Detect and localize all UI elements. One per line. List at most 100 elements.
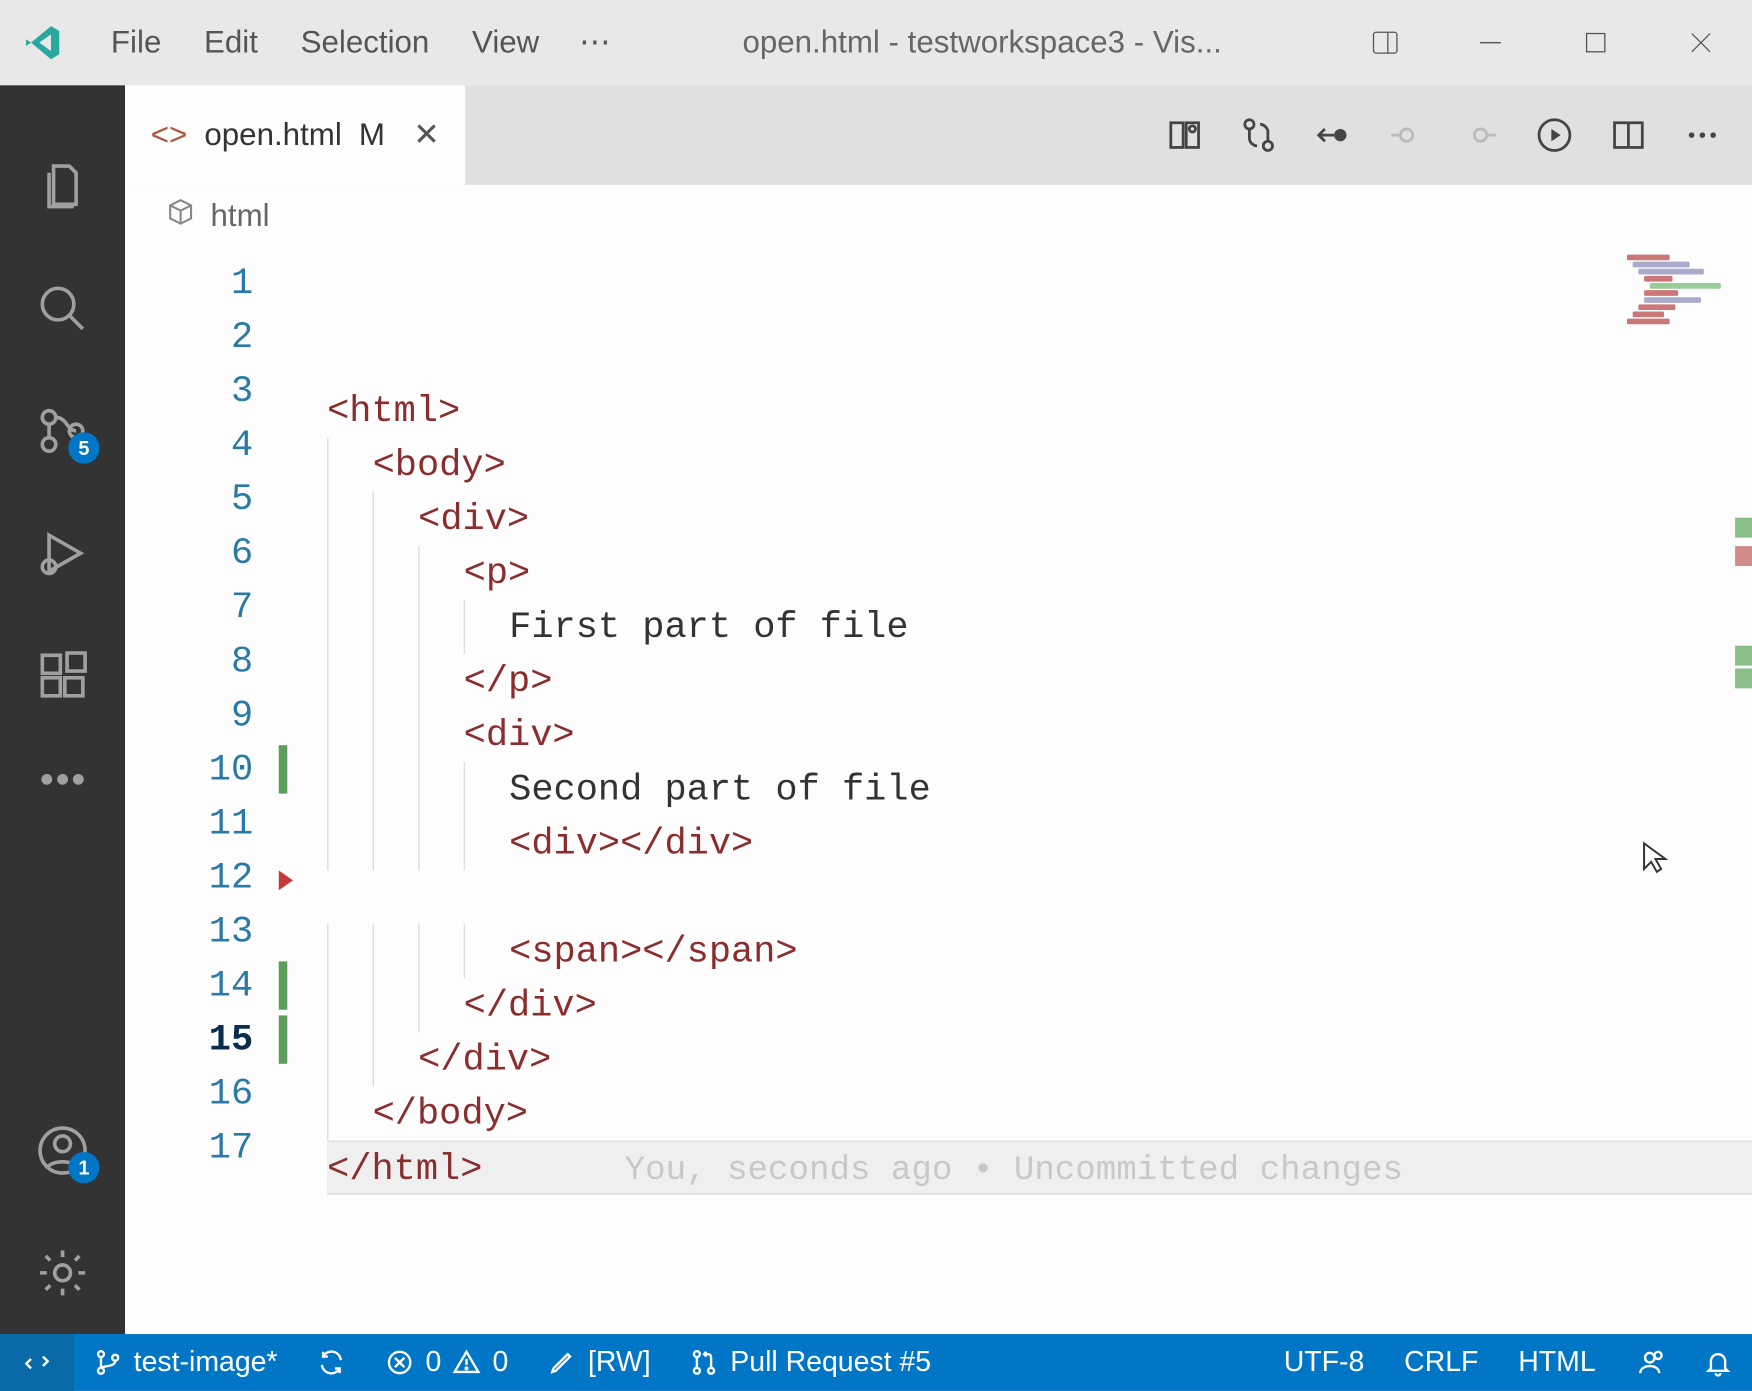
gutter-decorations [279, 247, 293, 1334]
code-line[interactable] [327, 1195, 1752, 1249]
code-line[interactable]: Second part of file [327, 762, 1752, 816]
encoding-indicator[interactable]: UTF-8 [1264, 1334, 1384, 1391]
search-icon[interactable] [0, 247, 125, 369]
remote-indicator-icon[interactable] [0, 1334, 74, 1391]
line-number: 17 [125, 1121, 253, 1175]
nav-forward-icon[interactable] [1459, 114, 1502, 157]
accounts-icon[interactable]: 1 [0, 1089, 125, 1211]
tab-open-html[interactable]: <> open.html M ✕ [125, 85, 465, 185]
code-line[interactable]: <div> [327, 708, 1752, 762]
breadcrumb-symbol-icon [165, 196, 196, 236]
run-debug-icon[interactable] [0, 492, 125, 614]
explorer-icon[interactable] [0, 125, 125, 247]
status-bar: test-image* 0 0 [RW] Pull Request #5 UTF… [0, 1334, 1752, 1391]
menu-file[interactable]: File [111, 24, 161, 61]
code-line[interactable]: </body> [327, 1087, 1752, 1141]
nav-back-icon[interactable] [1385, 114, 1428, 157]
line-number: 3 [125, 364, 253, 418]
line-number: 8 [125, 634, 253, 688]
readwrite-indicator[interactable]: [RW] [528, 1334, 670, 1391]
eol-indicator[interactable]: CRLF [1384, 1334, 1498, 1391]
menu-edit[interactable]: Edit [204, 24, 258, 61]
titlebar: File Edit Selection View ⋯ open.html - t… [0, 0, 1752, 85]
menu-selection[interactable]: Selection [301, 24, 430, 61]
prev-change-icon[interactable] [1311, 114, 1354, 157]
line-number: 12 [125, 850, 253, 904]
problems-indicator[interactable]: 0 0 [366, 1334, 528, 1391]
editor-more-icon[interactable] [1681, 114, 1724, 157]
scm-badge: 5 [68, 432, 99, 463]
line-number: 13 [125, 905, 253, 959]
pull-request-indicator[interactable]: Pull Request #5 [671, 1334, 951, 1391]
overview-ruler[interactable] [1735, 247, 1752, 1334]
code-line[interactable]: <div> [327, 492, 1752, 546]
line-number: 6 [125, 526, 253, 580]
line-number: 9 [125, 688, 253, 742]
tab-filename: open.html [204, 117, 341, 154]
branch-name: test-image* [134, 1346, 278, 1379]
pr-label: Pull Request #5 [730, 1346, 931, 1379]
line-number: 1 [125, 256, 253, 310]
sync-button[interactable] [297, 1334, 365, 1391]
more-views-icon[interactable] [0, 737, 125, 822]
source-control-icon[interactable]: 5 [0, 370, 125, 492]
line-number: 14 [125, 959, 253, 1013]
activity-bar: 5 1 [0, 85, 125, 1334]
line-number-gutter: 1234567891011121314151617 [125, 247, 279, 1334]
line-number: 16 [125, 1067, 253, 1121]
run-icon[interactable] [1533, 114, 1576, 157]
html-file-icon: <> [151, 117, 188, 154]
code-line[interactable]: </div> [327, 1033, 1752, 1087]
errors-count: 0 [425, 1346, 441, 1379]
code-line[interactable]: </html>You, seconds ago • Uncommitted ch… [327, 1141, 1752, 1195]
branch-indicator[interactable]: test-image* [74, 1334, 298, 1391]
line-number: 4 [125, 418, 253, 472]
accounts-badge: 1 [68, 1152, 99, 1183]
code-line[interactable]: First part of file [327, 600, 1752, 654]
open-changes-icon[interactable] [1163, 114, 1206, 157]
code-line[interactable]: </div> [327, 978, 1752, 1032]
minimize-button[interactable] [1459, 14, 1522, 71]
code-line[interactable] [327, 1249, 1752, 1303]
notifications-icon[interactable] [1684, 1334, 1752, 1391]
eol-label: CRLF [1404, 1346, 1478, 1379]
feedback-icon[interactable] [1616, 1334, 1684, 1391]
encoding-label: UTF-8 [1284, 1346, 1365, 1379]
language-label: HTML [1518, 1346, 1595, 1379]
editor-area[interactable]: 1234567891011121314151617 <html><body><d… [125, 247, 1752, 1334]
line-number: 7 [125, 580, 253, 634]
breadcrumb-item[interactable]: html [210, 198, 269, 235]
code-line[interactable]: <div></div> [327, 816, 1752, 870]
code-line[interactable]: <html> [327, 384, 1752, 438]
split-editor-icon[interactable] [1607, 114, 1650, 157]
line-number: 2 [125, 310, 253, 364]
code-content[interactable]: <html><body><div><p>First part of file</… [293, 247, 1752, 1334]
tab-close-icon[interactable]: ✕ [413, 117, 439, 154]
code-line[interactable]: <p> [327, 546, 1752, 600]
code-line[interactable]: </p> [327, 654, 1752, 708]
line-number: 5 [125, 472, 253, 526]
settings-gear-icon[interactable] [0, 1212, 125, 1334]
language-indicator[interactable]: HTML [1498, 1334, 1615, 1391]
close-button[interactable] [1670, 14, 1733, 71]
extensions-icon[interactable] [0, 614, 125, 736]
line-number: 15 [125, 1013, 253, 1067]
vscode-logo-icon [20, 20, 66, 66]
layout-toggle-button[interactable] [1354, 14, 1417, 71]
git-compare-icon[interactable] [1237, 114, 1280, 157]
code-line[interactable] [327, 870, 1752, 924]
window-title: open.html - testworkspace3 - Vis... [610, 24, 1354, 61]
line-number: 11 [125, 796, 253, 850]
menu-view[interactable]: View [472, 24, 539, 61]
tab-modified-flag: M [359, 117, 385, 154]
breadcrumb[interactable]: html [125, 185, 1752, 248]
rw-label: [RW] [588, 1346, 651, 1379]
tab-bar: <> open.html M ✕ [125, 85, 1752, 185]
menu-more-icon[interactable]: ⋯ [579, 24, 610, 61]
line-number: 10 [125, 742, 253, 796]
maximize-button[interactable] [1564, 14, 1627, 71]
minimap[interactable] [1621, 253, 1740, 338]
code-line[interactable]: <body> [327, 438, 1752, 492]
warnings-count: 0 [492, 1346, 508, 1379]
code-line[interactable]: <span></span> [327, 924, 1752, 978]
